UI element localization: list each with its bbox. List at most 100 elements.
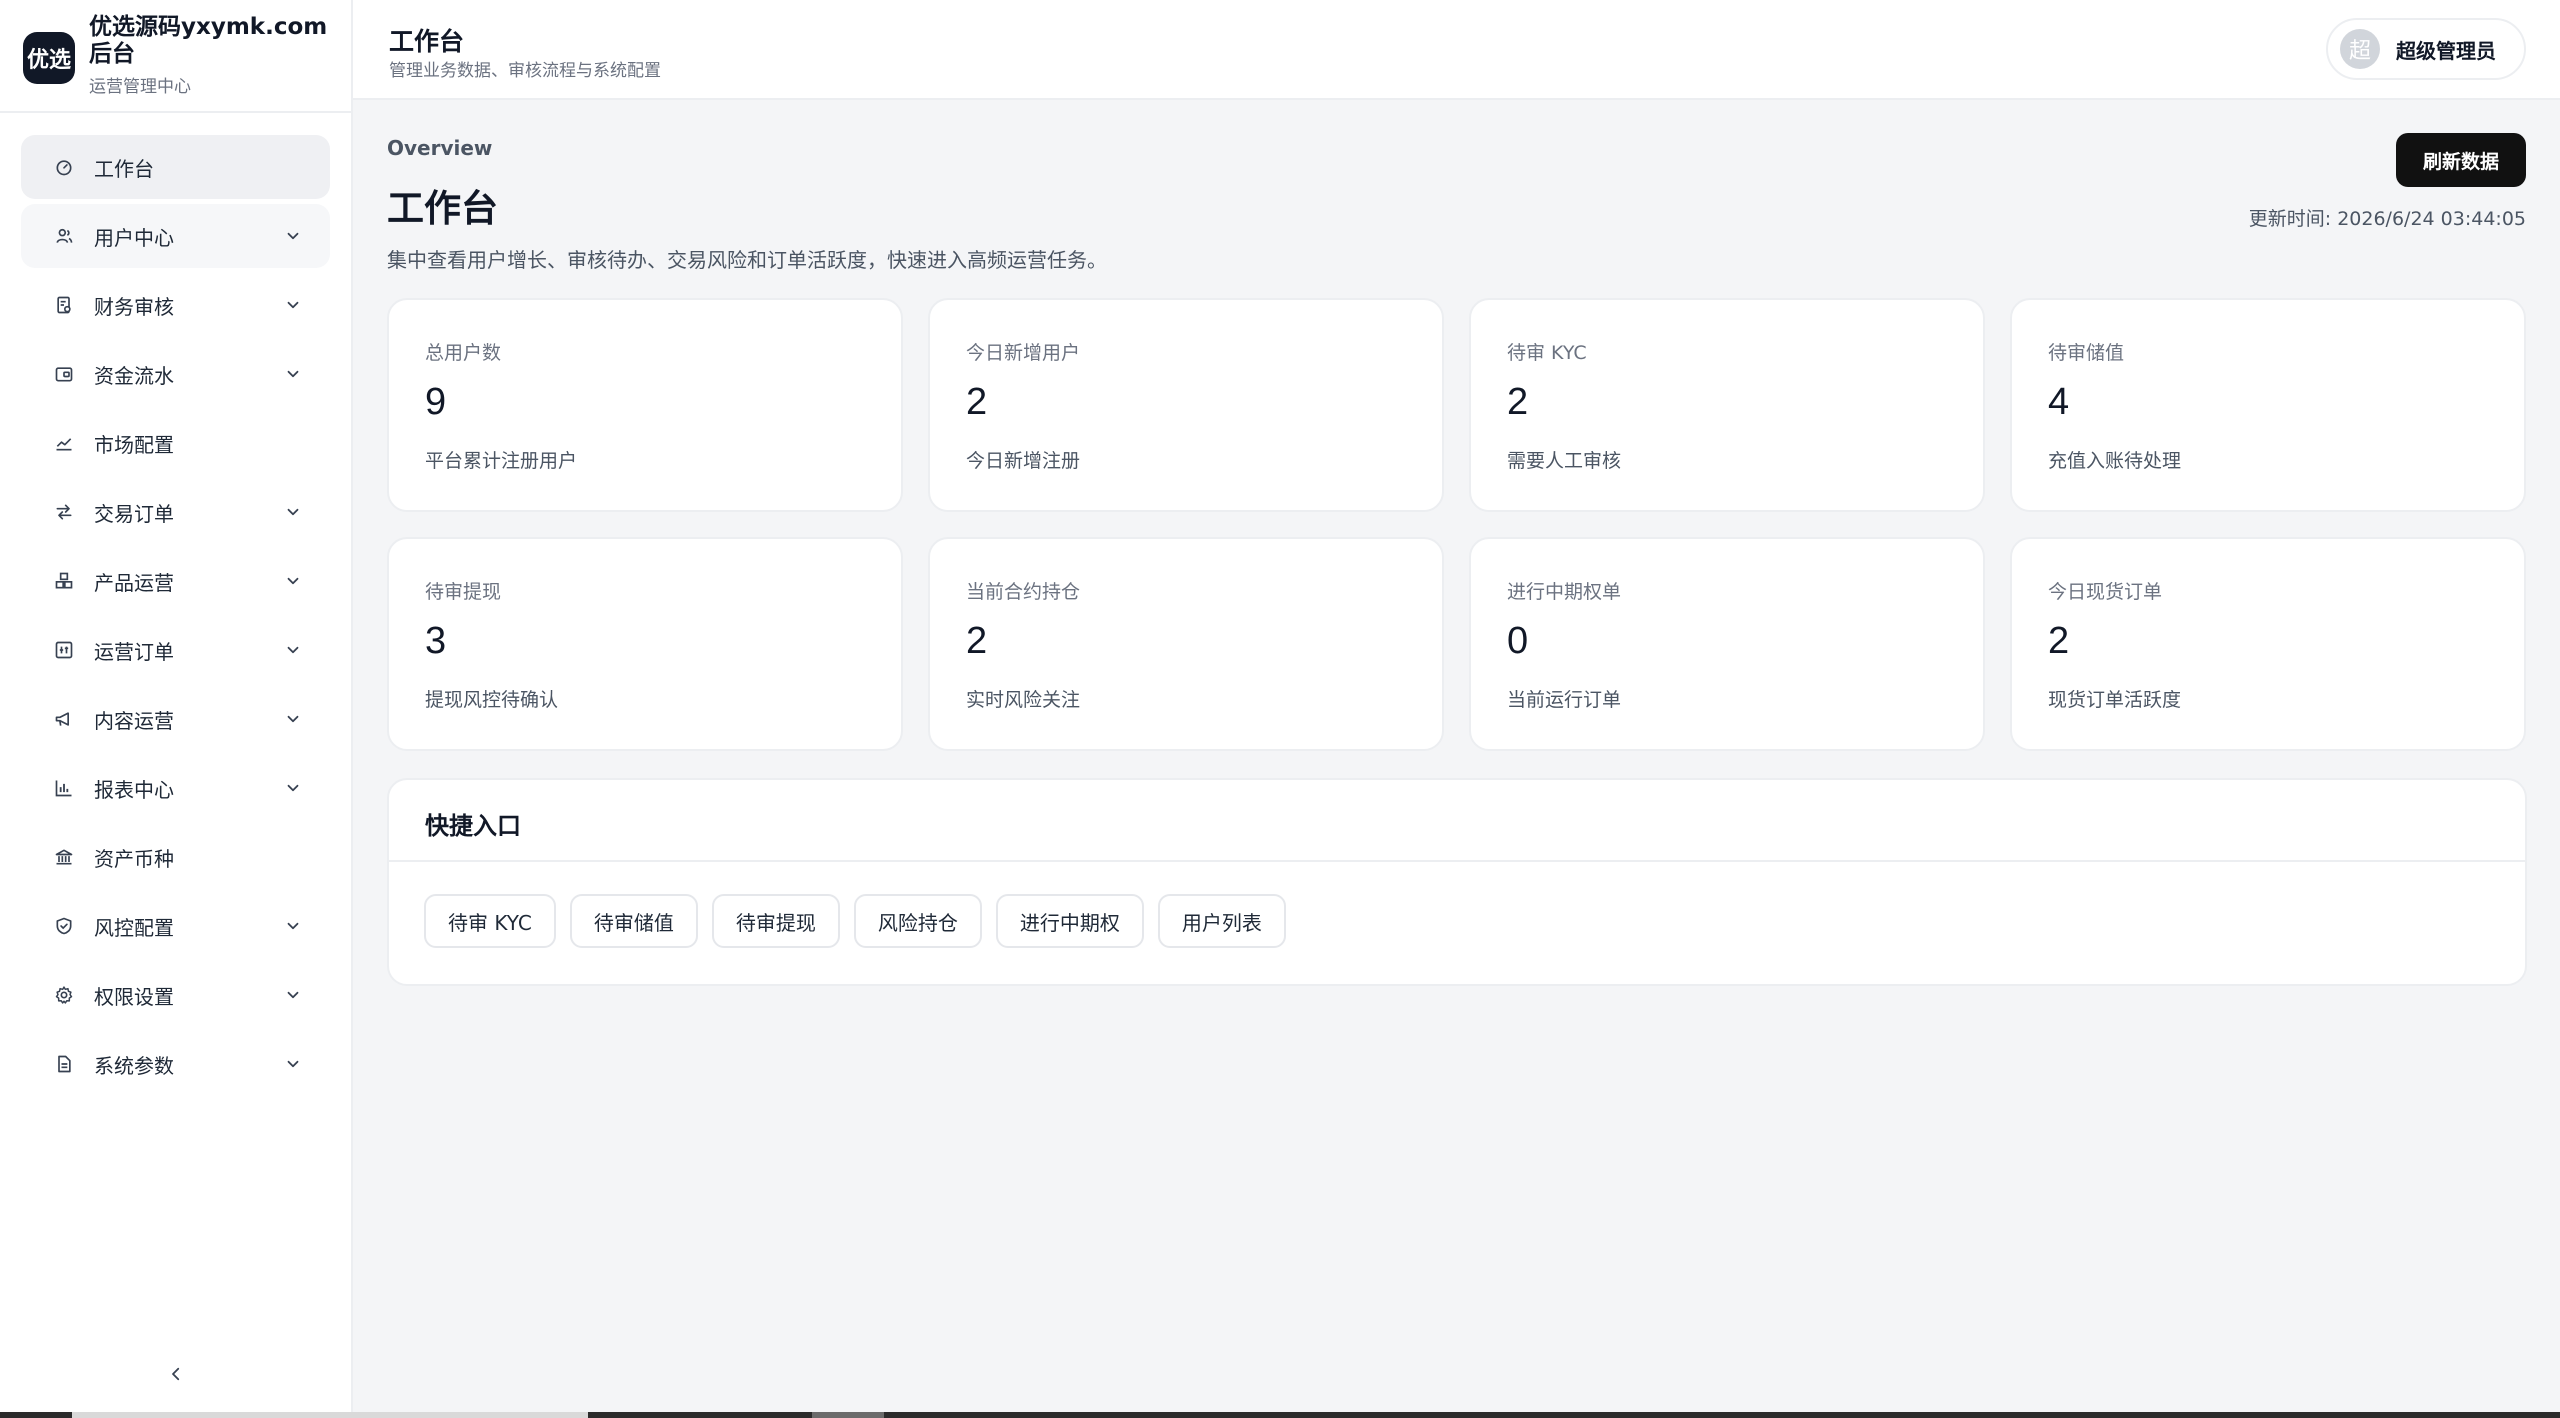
stat-card: 今日新增用户 2 今日新增注册 [928, 298, 1444, 512]
sidebar-item[interactable]: 报表中心 [21, 756, 330, 820]
shield-icon [54, 916, 74, 936]
page-title: 工作台 [387, 187, 498, 230]
sidebar-item[interactable]: 权限设置 [21, 963, 330, 1027]
stat-value: 0 [1507, 620, 1529, 662]
sidebar-item[interactable]: 资产币种 [21, 825, 330, 889]
user-name: 超级管理员 [2396, 38, 2496, 63]
grid-box-icon [54, 640, 74, 660]
sidebar-item-label: 财务审核 [94, 294, 174, 319]
wallet-icon [54, 364, 74, 384]
updated-value: 2026/6/24 03:44:05 [2337, 208, 2526, 230]
chevron-down-icon [284, 572, 302, 590]
chevron-down-icon [284, 503, 302, 521]
quick-link-risk-positions[interactable]: 风险持仓 [853, 894, 982, 948]
stat-label: 进行中期权单 [1507, 581, 1622, 603]
stat-value: 2 [2048, 620, 2070, 662]
brand-title: 优选源码yxymk.com后台 [89, 14, 328, 67]
stat-card: 待审提现 3 提现风控待确认 [387, 537, 903, 751]
topbar-subtitle: 管理业务数据、审核流程与系统配置 [389, 61, 661, 81]
sidebar-item[interactable]: 用户中心 [21, 204, 330, 268]
bar-chart-icon [54, 778, 74, 798]
sidebar-item-label: 报表中心 [94, 777, 174, 802]
sidebar-item[interactable]: 系统参数 [21, 1032, 330, 1096]
sidebar-item[interactable]: 工作台 [21, 135, 330, 199]
quick-link-pending-kyc[interactable]: 待审 KYC [424, 894, 556, 948]
stat-value: 2 [966, 620, 988, 662]
quick-link-pending-deposit[interactable]: 待审储值 [569, 894, 698, 948]
sidebar-item[interactable]: 市场配置 [21, 411, 330, 475]
user-menu[interactable]: 超 超级管理员 [2326, 18, 2526, 80]
sidebar-item-label: 运营订单 [94, 639, 174, 664]
stat-card: 待审 KYC 2 需要人工审核 [1469, 298, 1985, 512]
chevron-down-icon [284, 227, 302, 245]
chevron-down-icon [284, 1055, 302, 1073]
sidebar-item-label: 内容运营 [94, 708, 174, 733]
page-description: 集中查看用户增长、审核待办、交易风险和订单活跃度，快速进入高频运营任务。 [387, 248, 1107, 272]
stat-value: 9 [425, 381, 447, 423]
sidebar-item-label: 工作台 [94, 156, 154, 181]
stat-note: 当前运行订单 [1507, 689, 1622, 711]
sidebar-item-label: 交易订单 [94, 501, 174, 526]
scrollbar-thumb[interactable] [72, 1412, 588, 1418]
topbar-title: 工作台 [389, 27, 465, 56]
quick-links: 待审 KYC 待审储值 待审提现 风险持仓 进行中期权 用户列表 [389, 862, 2525, 948]
topbar: 工作台 管理业务数据、审核流程与系统配置 超 超级管理员 [353, 0, 2560, 100]
chevron-down-icon [284, 986, 302, 1004]
brand-logo: 优选 [23, 32, 75, 84]
stat-value: 2 [966, 381, 988, 423]
sidebar-item[interactable]: 产品运营 [21, 549, 330, 613]
sidebar-collapse-button[interactable] [160, 1358, 192, 1390]
sidebar-item-label: 产品运营 [94, 570, 174, 595]
stat-label: 今日新增用户 [966, 342, 1081, 364]
stats-grid: 总用户数 9 平台累计注册用户 今日新增用户 2 今日新增注册 待审 KYC 2… [387, 298, 2527, 751]
quick-link-active-options[interactable]: 进行中期权 [995, 894, 1144, 948]
refresh-button[interactable]: 刷新数据 [2396, 133, 2526, 187]
sidebar-item-label: 系统参数 [94, 1053, 174, 1078]
stat-label: 当前合约持仓 [966, 581, 1081, 603]
updated-time: 更新时间: 2026/6/24 03:44:05 [2249, 204, 2526, 231]
chart-line-icon [54, 433, 74, 453]
sidebar-item-label: 市场配置 [94, 432, 174, 457]
quick-links-title: 快捷入口 [389, 780, 2525, 862]
stat-value: 3 [425, 620, 447, 662]
stat-card: 待审储值 4 充值入账待处理 [2010, 298, 2526, 512]
document-icon [54, 1054, 74, 1074]
finance-audit-icon [54, 295, 74, 315]
stat-card: 总用户数 9 平台累计注册用户 [387, 298, 903, 512]
stat-label: 待审储值 [2048, 342, 2125, 364]
sidebar: 优选 优选源码yxymk.com后台 运营管理中心 工作台用户中心财务审核资金流… [0, 0, 353, 1412]
stat-note: 实时风险关注 [966, 689, 1081, 711]
brand: 优选 优选源码yxymk.com后台 运营管理中心 [0, 0, 351, 113]
gear-icon [54, 985, 74, 1005]
sidebar-item[interactable]: 财务审核 [21, 273, 330, 337]
quick-link-user-list[interactable]: 用户列表 [1157, 894, 1286, 948]
dashboard-icon [54, 157, 74, 177]
avatar: 超 [2340, 29, 2380, 69]
boxes-icon [54, 571, 74, 591]
sidebar-item[interactable]: 内容运营 [21, 687, 330, 751]
megaphone-icon [54, 709, 74, 729]
chevron-down-icon [284, 917, 302, 935]
chevron-down-icon [284, 365, 302, 383]
sidebar-item[interactable]: 运营订单 [21, 618, 330, 682]
sidebar-item[interactable]: 风控配置 [21, 894, 330, 958]
stat-card: 今日现货订单 2 现货订单活跃度 [2010, 537, 2526, 751]
quick-links-panel: 快捷入口 待审 KYC 待审储值 待审提现 风险持仓 进行中期权 用户列表 [387, 778, 2527, 986]
sidebar-item[interactable]: 资金流水 [21, 342, 330, 406]
quick-link-pending-withdrawal[interactable]: 待审提现 [711, 894, 840, 948]
bottom-scrollbar[interactable] [0, 1412, 2560, 1418]
stat-card: 进行中期权单 0 当前运行订单 [1469, 537, 1985, 751]
updated-label: 更新时间: [2248, 208, 2332, 230]
scrollbar-marker [812, 1412, 884, 1418]
sidebar-item-label: 权限设置 [94, 984, 174, 1009]
stat-value: 2 [1507, 381, 1529, 423]
sidebar-item-label: 资金流水 [94, 363, 174, 388]
chevron-left-icon [172, 1367, 180, 1381]
stat-label: 待审 KYC [1507, 342, 1587, 364]
sidebar-item[interactable]: 交易订单 [21, 480, 330, 544]
stat-label: 总用户数 [425, 342, 502, 364]
stat-note: 提现风控待确认 [425, 689, 559, 711]
sidebar-item-label: 用户中心 [94, 225, 174, 250]
page-overline: Overview [387, 136, 493, 160]
chevron-down-icon [284, 779, 302, 797]
